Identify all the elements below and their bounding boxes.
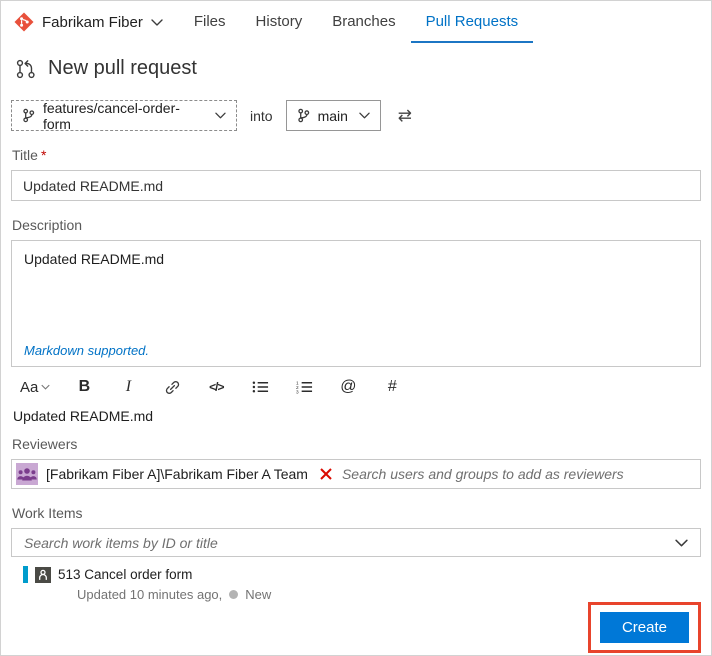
project-name: Fabrikam Fiber [42, 14, 143, 31]
main-content: New pull request features/cancel-order-f… [1, 43, 711, 656]
reviewers-picker[interactable]: [Fabrikam Fiber A]\Fabrikam Fiber A Team [11, 459, 701, 489]
linked-work-item: 513 Cancel order form Updated 10 minutes… [23, 566, 701, 602]
work-item-link[interactable]: 513 Cancel order form [58, 567, 192, 582]
target-branch-dropdown[interactable]: main [286, 100, 381, 131]
new-pull-request-page: Fabrikam Fiber Files History Branches Pu… [0, 0, 712, 656]
work-item-meta-row: Updated 10 minutes ago, New [77, 587, 701, 602]
tab-pull-requests[interactable]: Pull Requests [411, 1, 534, 43]
git-branch-icon [297, 108, 310, 123]
work-item-search[interactable] [11, 528, 701, 557]
italic-button[interactable]: I [118, 378, 138, 396]
svg-text:3: 3 [296, 389, 299, 394]
page-header: New pull request [15, 57, 701, 80]
branch-selector-row: features/cancel-order-form into main [11, 100, 701, 131]
work-item-type-icon [35, 567, 51, 583]
target-branch-name: main [318, 108, 348, 124]
description-preview: Updated README.md [13, 408, 701, 424]
chevron-down-icon [215, 112, 226, 119]
work-item-title-row: 513 Cancel order form [23, 566, 701, 583]
work-item-color-bar [23, 566, 28, 583]
chevron-down-icon [151, 19, 163, 26]
markdown-toolbar: Aa B I </> [11, 367, 701, 405]
remove-reviewer-button[interactable] [316, 468, 336, 480]
title-input[interactable] [11, 170, 701, 201]
bold-button[interactable]: B [74, 378, 94, 396]
tab-history[interactable]: History [241, 1, 318, 43]
description-label: Description [12, 217, 701, 233]
actions-row: Create [11, 602, 701, 653]
work-item-search-input[interactable] [24, 535, 675, 551]
reviewers-label: Reviewers [12, 436, 701, 452]
create-button[interactable]: Create [600, 612, 689, 643]
description-text: Updated README.md [24, 251, 164, 267]
selected-reviewer: [Fabrikam Fiber A]\Fabrikam Fiber A Team [46, 466, 308, 482]
create-button-highlight: Create [588, 602, 701, 653]
work-item-updated: Updated 10 minutes ago, [77, 587, 222, 602]
into-label: into [250, 108, 273, 124]
mention-button[interactable]: @ [338, 378, 358, 396]
swap-branches-icon[interactable]: ⇄ [398, 107, 412, 124]
team-avatar [16, 463, 38, 485]
page-title: New pull request [48, 57, 197, 80]
work-item-state: New [245, 587, 271, 602]
pull-request-icon [15, 58, 37, 80]
link-icon[interactable] [162, 379, 182, 396]
numbered-list-icon[interactable]: 1 2 3 [294, 380, 314, 394]
source-branch-name: features/cancel-order-form [43, 100, 207, 132]
markdown-supported-link[interactable]: Markdown supported. [24, 343, 149, 358]
chevron-down-icon [41, 384, 50, 390]
bulleted-list-icon[interactable] [250, 380, 270, 394]
code-button[interactable]: </> [206, 380, 226, 394]
work-item-id: 513 [58, 567, 81, 582]
tab-branches[interactable]: Branches [317, 1, 410, 43]
work-item-title: Cancel order form [84, 567, 192, 582]
chevron-down-icon [359, 112, 370, 119]
top-nav: Fabrikam Fiber Files History Branches Pu… [1, 1, 711, 43]
close-icon [320, 468, 332, 480]
git-branch-icon [22, 108, 35, 123]
chevron-down-icon[interactable] [675, 539, 688, 547]
hashtag-button[interactable]: # [382, 378, 402, 396]
work-items-label: Work Items [12, 505, 701, 521]
state-dot-icon [229, 590, 238, 599]
title-label: Title* [12, 147, 701, 163]
reviewer-search-input[interactable] [342, 466, 692, 482]
repo-icon [14, 12, 34, 32]
description-textarea[interactable]: Updated README.md Markdown supported. [11, 240, 701, 367]
tab-files[interactable]: Files [179, 1, 241, 43]
required-asterisk: * [41, 147, 46, 163]
source-branch-dropdown[interactable]: features/cancel-order-form [11, 100, 237, 131]
format-dropdown[interactable]: Aa [20, 379, 50, 396]
repo-selector[interactable]: Fabrikam Fiber [14, 1, 163, 43]
